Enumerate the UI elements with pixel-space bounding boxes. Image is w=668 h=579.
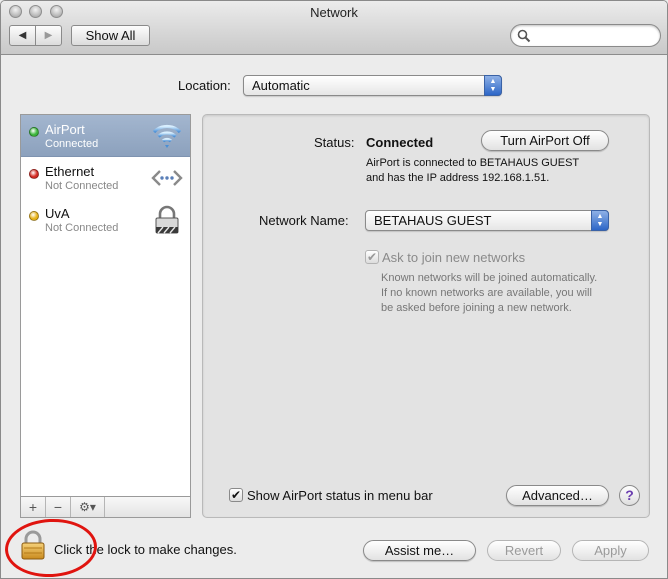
- toolbar: Network ◀ ▶ Show All: [1, 1, 667, 55]
- service-list: AirPort Connected Ethernet Not Connected: [20, 114, 191, 518]
- network-name-label: Network Name:: [259, 213, 349, 228]
- status-value: Connected: [366, 135, 434, 150]
- search-icon: [517, 29, 531, 43]
- window-title: Network: [310, 5, 358, 20]
- ask-join-description-line: Known networks will be joined automatica…: [381, 272, 598, 284]
- status-description: AirPort is connected to BETAHAUS GUEST a…: [366, 156, 579, 186]
- service-actions-menu[interactable]: ⚙▾: [71, 497, 105, 517]
- status-label: Status:: [314, 135, 355, 150]
- ask-join-label: Ask to join new networks: [382, 250, 526, 265]
- search-field[interactable]: [510, 24, 661, 47]
- service-status: Not Connected: [45, 180, 119, 192]
- revert-button[interactable]: Revert: [487, 540, 561, 561]
- status-dot: [29, 211, 39, 221]
- network-name-value: BETAHAUS GUEST: [374, 213, 492, 228]
- ask-join-description: Known networks will be joined automatica…: [381, 271, 597, 316]
- search-input[interactable]: [535, 27, 653, 44]
- service-item-ethernet[interactable]: Ethernet Not Connected: [21, 157, 190, 199]
- popup-arrows-icon: ▲ ▼: [484, 75, 502, 96]
- show-all-button[interactable]: Show All: [71, 25, 150, 46]
- service-name: Ethernet: [45, 164, 95, 179]
- show-status-label: Show AirPort status in menu bar: [247, 488, 433, 503]
- ask-join-description-line: If no known networks are available, you …: [381, 287, 592, 299]
- ethernet-icon: [151, 170, 183, 186]
- assist-me-button[interactable]: Assist me…: [363, 540, 476, 561]
- service-status: Connected: [45, 138, 99, 150]
- status-dot: [29, 169, 39, 179]
- forward-button[interactable]: ▶: [35, 26, 61, 45]
- annotation-circle: [3, 516, 99, 578]
- popup-arrows-icon: ▲ ▼: [591, 210, 609, 231]
- service-list-footer: + − ⚙▾: [20, 496, 191, 518]
- ask-join-description-line: be asked before joining a new network.: [381, 302, 572, 314]
- service-status: Not Connected: [45, 222, 119, 234]
- service-name: UvA: [45, 206, 70, 221]
- wifi-icon: [152, 124, 182, 148]
- service-item-uva[interactable]: UvA Not Connected: [21, 199, 190, 241]
- location-label: Location:: [178, 78, 231, 93]
- location-popup[interactable]: Automatic ▲ ▼: [243, 75, 502, 96]
- network-preferences-window: Network ◀ ▶ Show All Location: Automatic…: [0, 0, 668, 579]
- vpn-lock-icon: [155, 205, 179, 234]
- ask-join-checkbox[interactable]: ✔: [365, 250, 379, 264]
- status-dot: [29, 127, 39, 137]
- help-button[interactable]: ?: [619, 485, 640, 506]
- add-service-button[interactable]: +: [21, 497, 46, 517]
- back-button[interactable]: ◀: [10, 26, 35, 45]
- network-name-popup[interactable]: BETAHAUS GUEST ▲ ▼: [365, 210, 609, 231]
- service-name: AirPort: [45, 122, 85, 137]
- back-forward-control: ◀ ▶: [9, 25, 62, 46]
- advanced-button[interactable]: Advanced…: [506, 485, 609, 506]
- status-description-line: AirPort is connected to BETAHAUS GUEST: [366, 157, 580, 169]
- status-description-line: and has the IP address 192.168.1.51.: [366, 172, 550, 184]
- remove-service-button[interactable]: −: [46, 497, 71, 517]
- show-status-checkbox[interactable]: ✔: [229, 488, 243, 502]
- turn-airport-off-button[interactable]: Turn AirPort Off: [481, 130, 609, 151]
- service-item-airport[interactable]: AirPort Connected: [21, 115, 190, 157]
- location-value: Automatic: [252, 78, 310, 93]
- apply-button[interactable]: Apply: [572, 540, 649, 561]
